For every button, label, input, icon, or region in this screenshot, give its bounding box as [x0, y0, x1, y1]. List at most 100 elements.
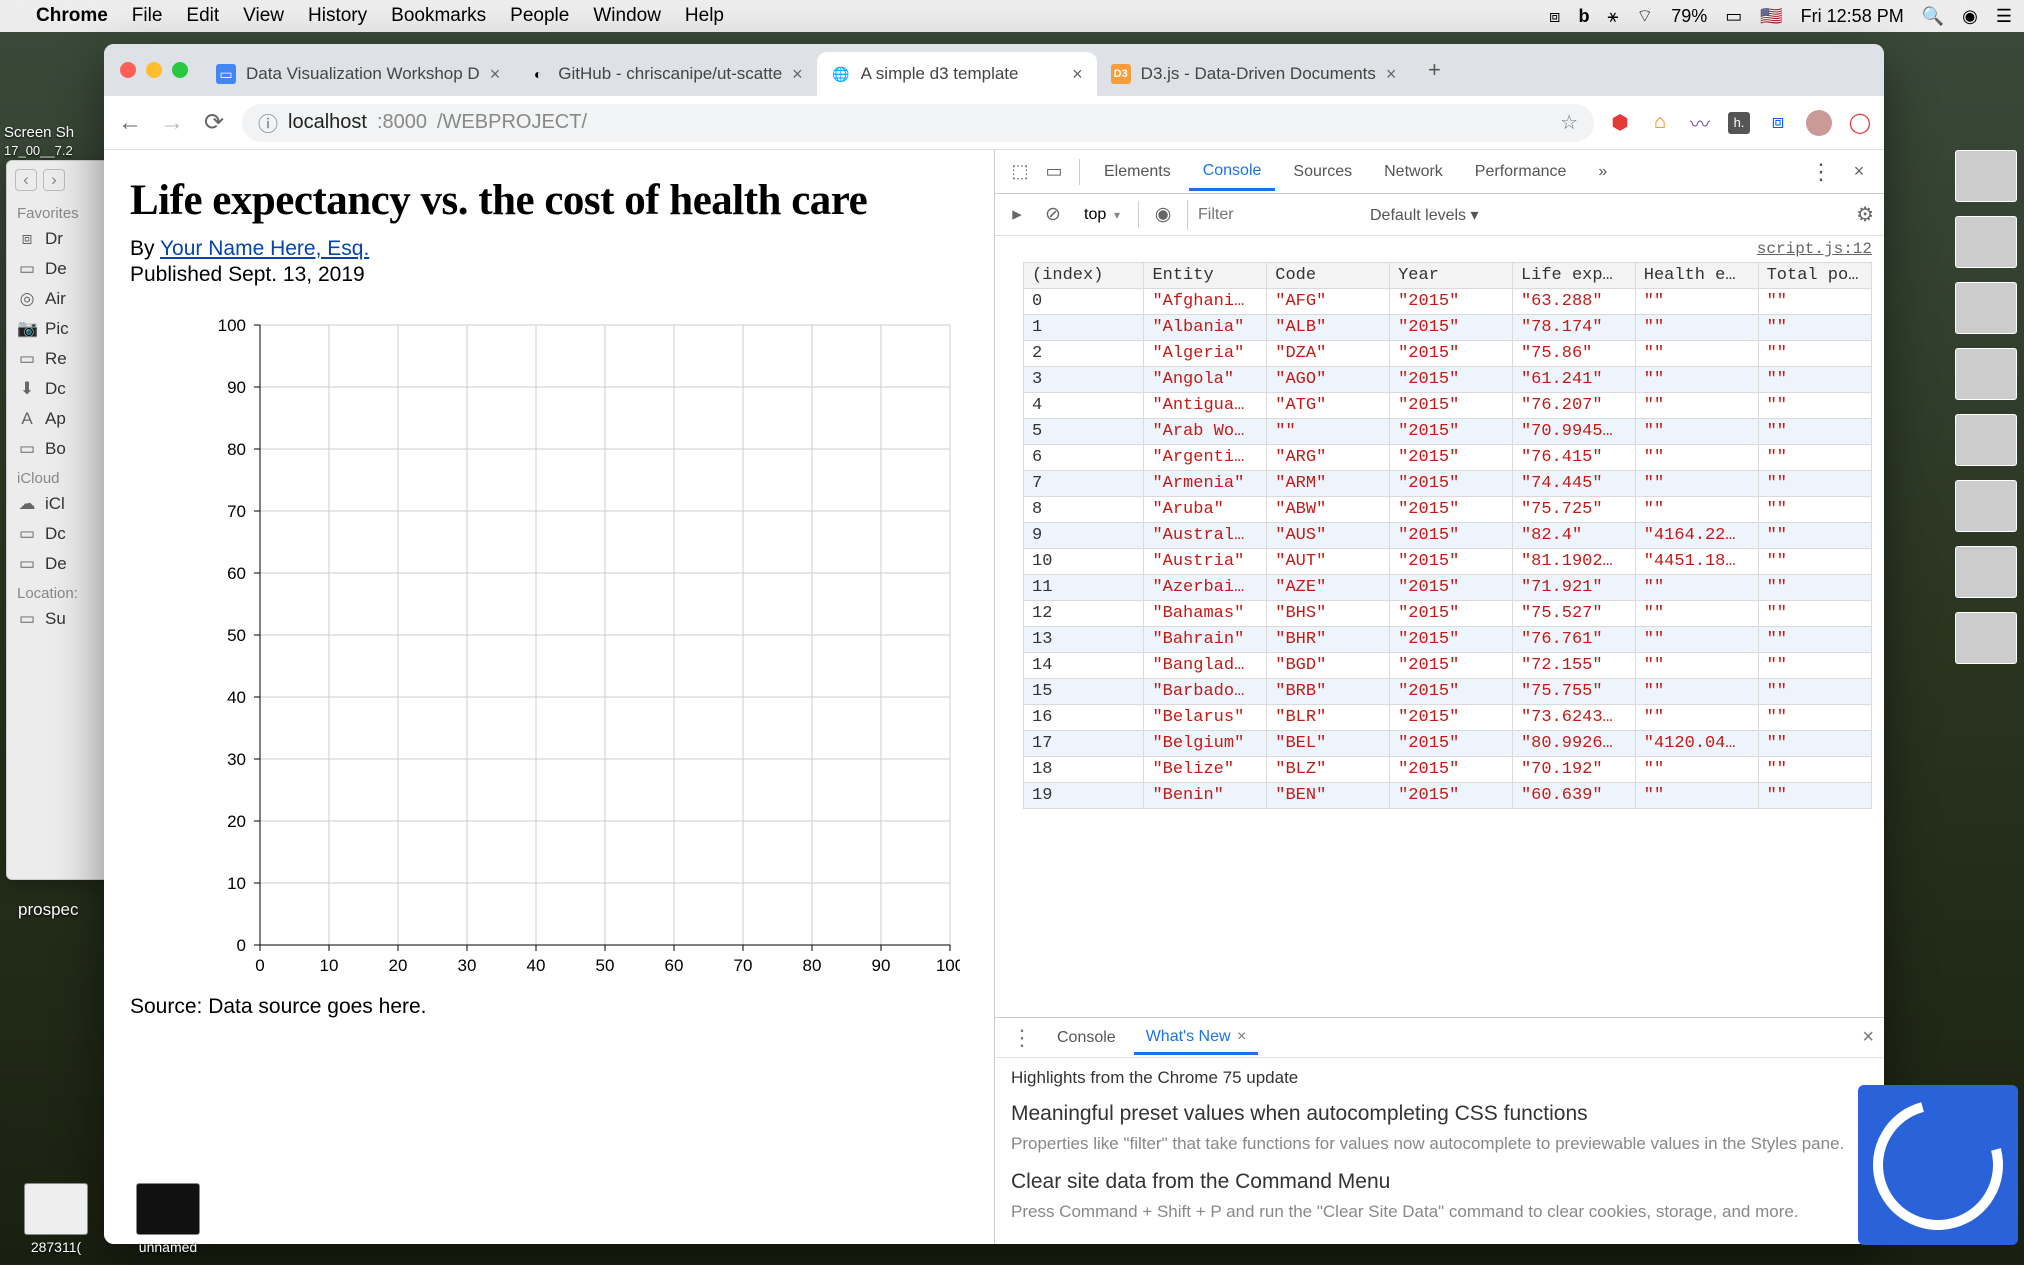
dropbox-menubar-icon[interactable]: ⧈ — [1549, 6, 1560, 27]
finder-item-desktop[interactable]: De — [45, 259, 67, 279]
table-header[interactable]: Health e… — [1635, 263, 1758, 289]
desktop-thumb[interactable] — [1955, 282, 2017, 334]
new-tab-button[interactable]: + — [1416, 52, 1452, 88]
ext-adblock-icon[interactable]: ⬢ — [1608, 111, 1632, 135]
console-context-select[interactable]: top — [1077, 201, 1128, 228]
siri-icon[interactable]: ◉ — [1962, 6, 1978, 27]
finder-item-icloud-desktop[interactable]: De — [45, 554, 67, 574]
menubar-clock[interactable]: Fri 12:58 PM — [1801, 6, 1904, 27]
input-flag-icon[interactable]: 🇺🇸 — [1760, 6, 1782, 27]
star-icon[interactable]: ☆ — [1560, 110, 1578, 135]
table-row[interactable]: 14"Banglad…"BGD""2015""72.155""""" — [1024, 653, 1872, 679]
table-row[interactable]: 9"Austral…"AUS""2015""82.4""4164.22…"" — [1024, 523, 1872, 549]
desktop-file-prospec[interactable]: prospec — [18, 900, 78, 920]
tab-localhost[interactable]: 🌐 A simple d3 template × — [817, 52, 1097, 96]
desktop-file-label[interactable]: Screen Sh — [4, 124, 100, 141]
desktop-thumb[interactable] — [1955, 150, 2017, 202]
ext-lighthouse-icon[interactable]: ⌂ — [1648, 111, 1672, 135]
reload-button[interactable]: ⟳ — [200, 109, 228, 137]
finder-item-pictures[interactable]: Pic — [45, 319, 69, 339]
table-row[interactable]: 6"Argenti…"ARG""2015""76.415""""" — [1024, 445, 1872, 471]
menubar-app[interactable]: Chrome — [36, 5, 108, 27]
tab-close-icon[interactable]: × — [792, 64, 803, 85]
desktop-thumb[interactable] — [1955, 612, 2017, 664]
drawer-tab-close-icon[interactable]: × — [1237, 1028, 1246, 1045]
table-row[interactable]: 3"Angola""AGO""2015""61.241""""" — [1024, 367, 1872, 393]
table-row[interactable]: 0"Afghani…"AFG""2015""63.288""""" — [1024, 289, 1872, 315]
finder-item-recents[interactable]: Re — [45, 349, 67, 369]
desktop-thumb[interactable] — [1955, 480, 2017, 532]
table-row[interactable]: 15"Barbado…"BRB""2015""75.755""""" — [1024, 679, 1872, 705]
byline-link[interactable]: Your Name Here, Esq. — [160, 237, 369, 260]
drawer-close-icon[interactable]: × — [1862, 1026, 1874, 1049]
desktop-file-label-2[interactable]: 17_00__7.2 — [4, 143, 100, 158]
table-header[interactable]: (index) — [1024, 263, 1144, 289]
ext-wave-icon[interactable]: 〰 — [1688, 111, 1712, 135]
table-header[interactable]: Code — [1267, 263, 1390, 289]
ext-red-icon[interactable]: ◯ — [1848, 111, 1872, 135]
finder-item-dropbox[interactable]: Dr — [45, 229, 63, 249]
desktop-file[interactable]: unnamed — [139, 1239, 197, 1255]
table-row[interactable]: 11"Azerbai…"AZE""2015""71.921""""" — [1024, 575, 1872, 601]
finder-window[interactable]: ‹ › Favorites ⧈Dr ▭De ◎Air 📷Pic ▭Re ⬇Dc … — [6, 160, 116, 880]
wifi-icon[interactable]: ⌔ — [1636, 5, 1653, 28]
table-row[interactable]: 8"Aruba""ABW""2015""75.725""""" — [1024, 497, 1872, 523]
forward-button[interactable]: → — [158, 109, 186, 137]
console-source-link[interactable]: script.js:12 — [1757, 240, 1872, 258]
devtools-close-icon[interactable]: × — [1844, 157, 1874, 187]
table-header[interactable]: Total po… — [1758, 263, 1871, 289]
console-filter-input[interactable] — [1187, 200, 1357, 230]
back-button[interactable]: ← — [116, 109, 144, 137]
finder-item-icloud[interactable]: iCl — [45, 494, 65, 514]
profile-avatar[interactable] — [1806, 110, 1832, 136]
tab-docs[interactable]: ▭ Data Visualization Workshop D × — [202, 52, 514, 96]
table-row[interactable]: 10"Austria""AUT""2015""81.1902…"4451.18…… — [1024, 549, 1872, 575]
table-row[interactable]: 5"Arab Wo…"""2015""70.9945…"""" — [1024, 419, 1872, 445]
tab-close-icon[interactable]: × — [1386, 64, 1397, 85]
table-row[interactable]: 4"Antigua…"ATG""2015""76.207""""" — [1024, 393, 1872, 419]
screenshot-preview[interactable] — [1858, 1085, 2018, 1245]
devtools-tab-console[interactable]: Console — [1189, 152, 1276, 191]
devtools-tab-performance[interactable]: Performance — [1461, 153, 1581, 191]
control-center-icon[interactable]: ☰ — [1996, 6, 2012, 27]
menubar-history[interactable]: History — [308, 5, 367, 27]
console-settings-icon[interactable]: ⚙ — [1856, 202, 1874, 227]
battery-icon[interactable]: ▭ — [1725, 6, 1742, 27]
finder-forward-button[interactable]: › — [43, 169, 65, 191]
table-row[interactable]: 1"Albania""ALB""2015""78.174""""" — [1024, 315, 1872, 341]
table-row[interactable]: 18"Belize""BLZ""2015""70.192""""" — [1024, 757, 1872, 783]
inspect-element-icon[interactable]: ⬚ — [1005, 157, 1035, 187]
table-row[interactable]: 17"Belgium""BEL""2015""80.9926…"4120.04…… — [1024, 731, 1872, 757]
table-row[interactable]: 12"Bahamas""BHS""2015""75.527""""" — [1024, 601, 1872, 627]
finder-item-airdrop[interactable]: Air — [45, 289, 66, 309]
desktop-file[interactable]: 287311( — [31, 1239, 81, 1255]
devtools-menu-icon[interactable]: ⋮ — [1802, 159, 1840, 185]
ext-h-icon[interactable]: h. — [1728, 112, 1750, 134]
tab-close-icon[interactable]: × — [1072, 64, 1083, 85]
clear-console-icon[interactable]: ⊘ — [1041, 203, 1065, 226]
table-header[interactable]: Year — [1390, 263, 1513, 289]
menubar-edit[interactable]: Edit — [186, 5, 219, 27]
tab-github[interactable]: ◐ GitHub - chriscanipe/ut-scatte × — [514, 52, 816, 96]
menubar-bookmarks[interactable]: Bookmarks — [391, 5, 486, 27]
spotlight-icon[interactable]: 🔍 — [1922, 6, 1944, 27]
b-menubar-icon[interactable]: b — [1578, 6, 1589, 27]
drawer-menu-icon[interactable]: ⋮ — [1005, 1025, 1039, 1051]
device-toggle-icon[interactable]: ▭ — [1039, 157, 1069, 187]
finder-item-icloud-docs[interactable]: Dc — [45, 524, 66, 544]
table-row[interactable]: 2"Algeria""DZA""2015""75.86""""" — [1024, 341, 1872, 367]
drawer-tab-console[interactable]: Console — [1045, 1021, 1128, 1055]
console-sidebar-icon[interactable]: ▸ — [1005, 203, 1029, 226]
table-header[interactable]: Entity — [1144, 263, 1267, 289]
desktop-thumb[interactable] — [1955, 546, 2017, 598]
live-expression-icon[interactable]: ◉ — [1151, 203, 1175, 226]
desktop-thumb[interactable] — [1955, 414, 2017, 466]
desktop-thumb[interactable] — [1955, 216, 2017, 268]
drawer-tab-whatsnew[interactable]: What's New × — [1134, 1020, 1259, 1055]
table-row[interactable]: 7"Armenia""ARM""2015""74.445""""" — [1024, 471, 1872, 497]
desktop-thumb[interactable] — [1955, 348, 2017, 400]
window-minimize-button[interactable] — [146, 62, 162, 78]
finder-back-button[interactable]: ‹ — [15, 169, 37, 191]
menubar-window[interactable]: Window — [593, 5, 661, 27]
devtools-tab-elements[interactable]: Elements — [1090, 153, 1185, 191]
